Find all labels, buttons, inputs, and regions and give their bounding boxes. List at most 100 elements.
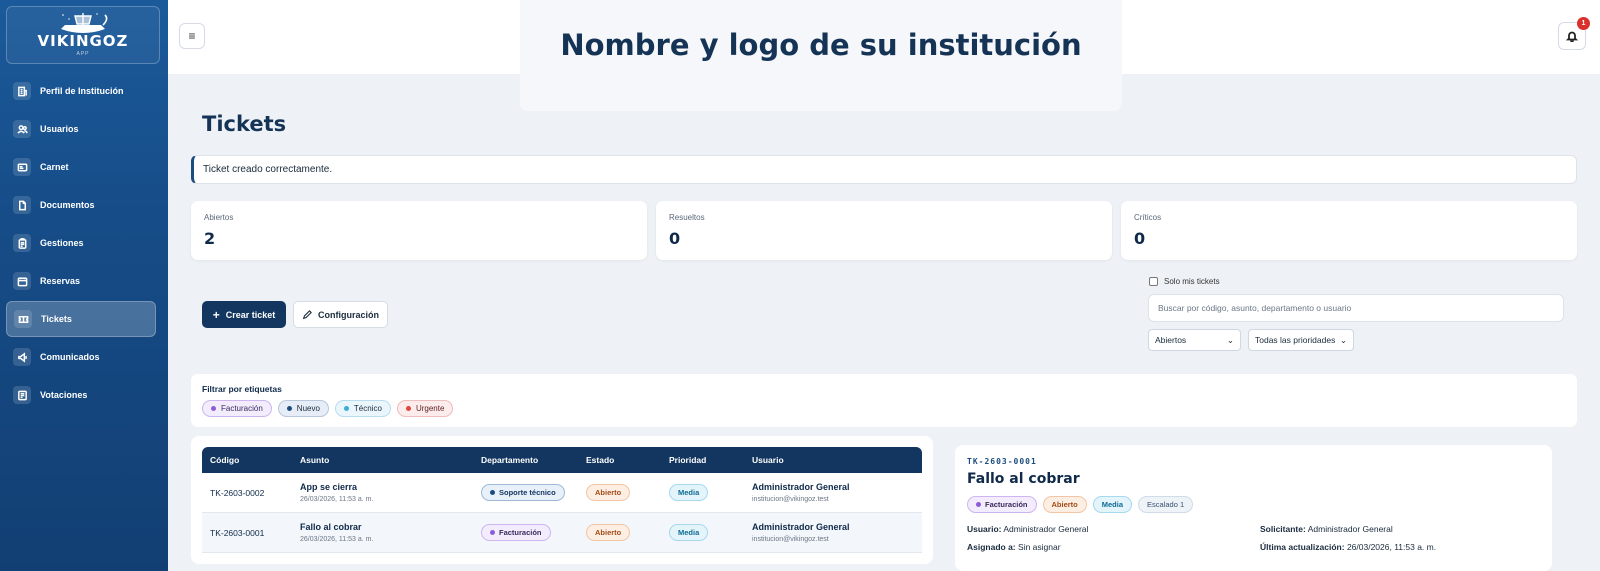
stat-card-abiertos: Abiertos 2 bbox=[191, 201, 647, 260]
stat-value: 0 bbox=[1134, 229, 1146, 248]
column-header-prioridad[interactable]: Prioridad bbox=[661, 447, 744, 473]
ticket-subject-cell: App se cierra 26/03/2026, 11:53 a. m. bbox=[292, 473, 473, 513]
column-header-departamento[interactable]: Departamento bbox=[473, 447, 578, 473]
tag-chip-urgente[interactable]: Urgente bbox=[396, 400, 454, 417]
only-mine-label: Solo mis tickets bbox=[1164, 277, 1220, 286]
pencil-icon bbox=[302, 309, 312, 319]
sidebar-item-carnet[interactable]: Carnet bbox=[6, 149, 156, 185]
calendar-icon bbox=[13, 272, 31, 290]
tag-label: Urgente bbox=[415, 404, 445, 413]
menu-toggle-button[interactable]: ≡ bbox=[179, 23, 205, 49]
detail-requester-value: Administrador General bbox=[1307, 524, 1393, 534]
only-mine-filter[interactable]: Solo mis tickets bbox=[1149, 277, 1220, 286]
priority-pill: Media bbox=[669, 484, 709, 501]
table-row[interactable]: TK-2603-0001 Fallo al cobrar 26/03/2026,… bbox=[202, 513, 922, 553]
sidebar-item-label: Comunicados bbox=[40, 352, 100, 362]
sidebar-item-label: Documentos bbox=[40, 200, 95, 210]
sidebar-item-label: Usuarios bbox=[40, 124, 79, 134]
department-label: Facturación bbox=[499, 528, 542, 537]
stat-label: Abiertos bbox=[204, 213, 234, 222]
bell-icon bbox=[1566, 31, 1578, 42]
logo-sub: APP bbox=[76, 51, 90, 57]
tag-label: Técnico bbox=[353, 404, 382, 413]
tickets-table: Código Asunto Departamento Estado Priori… bbox=[202, 447, 922, 553]
detail-updated-label: Última actualización: bbox=[1260, 542, 1345, 552]
column-header-usuario[interactable]: Usuario bbox=[744, 447, 922, 473]
tag-chip-nuevo[interactable]: Nuevo bbox=[277, 400, 329, 417]
ticket-priority-cell: Media bbox=[661, 513, 744, 553]
configuration-button[interactable]: Configuración bbox=[293, 301, 388, 328]
create-ticket-button[interactable]: + Crear ticket bbox=[202, 301, 286, 328]
notifications-button[interactable]: 1 bbox=[1558, 17, 1590, 50]
detail-assigned-field: Asignado a: Sin asignar bbox=[967, 542, 1061, 552]
app-logo[interactable]: VIKINGOZ APP bbox=[6, 6, 160, 64]
tag-chip-tecnico[interactable]: Técnico bbox=[334, 400, 391, 417]
search-input[interactable]: Buscar por código, asunto, departamento … bbox=[1148, 294, 1564, 322]
ticket-user-email: institucion@vikingoz.test bbox=[752, 496, 829, 503]
stat-label: Resueltos bbox=[669, 213, 705, 222]
sidebar-item-tickets[interactable]: Tickets bbox=[6, 301, 156, 337]
ticket-user-name: Administrador General bbox=[752, 482, 850, 492]
column-header-estado[interactable]: Estado bbox=[578, 447, 661, 473]
ticket-subject-cell: Fallo al cobrar 26/03/2026, 11:53 a. m. bbox=[292, 513, 473, 553]
ticket-subject: Fallo al cobrar bbox=[300, 522, 362, 532]
ticket-user-cell: Administrador General institucion@viking… bbox=[744, 473, 922, 513]
status-pill: Abierto bbox=[586, 524, 631, 541]
ticket-department-cell: Facturación bbox=[473, 513, 578, 553]
sidebar-item-reservas[interactable]: Reservas bbox=[6, 263, 156, 299]
tag-dot bbox=[286, 406, 292, 411]
sidebar-item-comunicados[interactable]: Comunicados bbox=[6, 339, 156, 375]
clipboard-icon bbox=[13, 234, 31, 252]
detail-escalation-pill: Escalado 1 bbox=[1138, 496, 1194, 513]
notification-badge: 1 bbox=[1577, 17, 1590, 30]
table-header-row: Código Asunto Departamento Estado Priori… bbox=[202, 447, 922, 473]
detail-requester-field: Solicitante: Administrador General bbox=[1260, 524, 1393, 534]
department-label: Soporte técnico bbox=[499, 488, 556, 497]
sidebar-item-label: Tickets bbox=[41, 314, 72, 324]
sidebar: VIKINGOZ APP Perfil de Institución Usuar… bbox=[0, 0, 168, 571]
status-select[interactable]: Abiertos ⌄ bbox=[1148, 329, 1241, 351]
ticket-date: 26/03/2026, 11:53 a. m. bbox=[300, 496, 374, 503]
detail-assigned-label: Asignado a: bbox=[967, 542, 1016, 552]
detail-assigned-value: Sin asignar bbox=[1018, 542, 1061, 552]
tag-dot bbox=[976, 502, 981, 507]
detail-tag-facturacion: Facturación bbox=[967, 496, 1037, 513]
sidebar-item-documentos[interactable]: Documentos bbox=[6, 187, 156, 223]
detail-user-value: Administrador General bbox=[1003, 524, 1089, 534]
ticket-department-cell: Soporte técnico bbox=[473, 473, 578, 513]
tag-filter-panel: Filtrar por etiquetas Facturación Nuevo … bbox=[191, 374, 1577, 427]
detail-ticket-title: Fallo al cobrar bbox=[967, 471, 1080, 487]
institution-brand-panel: Nombre y logo de su institución bbox=[520, 0, 1122, 111]
sidebar-item-label: Carnet bbox=[40, 162, 69, 172]
ticket-user-name: Administrador General bbox=[752, 522, 850, 532]
sidebar-item-gestiones[interactable]: Gestiones bbox=[6, 225, 156, 261]
detail-status-pill: Abierto bbox=[1042, 496, 1087, 513]
viking-ship-icon bbox=[61, 13, 108, 33]
chevron-down-icon: ⌄ bbox=[1226, 334, 1234, 345]
sidebar-item-label: Gestiones bbox=[40, 238, 84, 248]
table-row[interactable]: TK-2603-0002 App se cierra 26/03/2026, 1… bbox=[202, 473, 922, 513]
sidebar-item-label: Votaciones bbox=[40, 390, 88, 400]
only-mine-checkbox[interactable] bbox=[1149, 277, 1158, 286]
tag-chips: Facturación Nuevo Técnico Urgente bbox=[202, 400, 454, 417]
building-icon bbox=[13, 82, 31, 100]
ticket-code: TK-2603-0001 bbox=[202, 513, 292, 553]
sidebar-item-votaciones[interactable]: Votaciones bbox=[6, 377, 156, 413]
ticket-status-cell: Abierto bbox=[578, 473, 661, 513]
tag-dot bbox=[405, 406, 411, 411]
megaphone-icon bbox=[13, 348, 31, 366]
hamburger-icon: ≡ bbox=[188, 29, 196, 43]
detail-updated-value: 26/03/2026, 11:53 a. m. bbox=[1346, 542, 1437, 552]
column-header-asunto[interactable]: Asunto bbox=[292, 447, 473, 473]
sidebar-item-usuarios[interactable]: Usuarios bbox=[6, 111, 156, 147]
column-header-codigo[interactable]: Código bbox=[202, 447, 292, 473]
stat-card-criticos: Críticos 0 bbox=[1121, 201, 1577, 260]
document-icon bbox=[13, 196, 31, 214]
tag-chip-facturacion[interactable]: Facturación bbox=[202, 400, 272, 417]
priority-select[interactable]: Todas las prioridades ⌄ bbox=[1248, 329, 1354, 351]
ticket-icon bbox=[14, 310, 32, 328]
sidebar-nav: Perfil de Institución Usuarios Carnet Do… bbox=[6, 73, 156, 415]
sidebar-item-perfil[interactable]: Perfil de Institución bbox=[6, 73, 156, 109]
tag-label: Facturación bbox=[221, 404, 263, 413]
stat-value: 2 bbox=[204, 229, 216, 248]
